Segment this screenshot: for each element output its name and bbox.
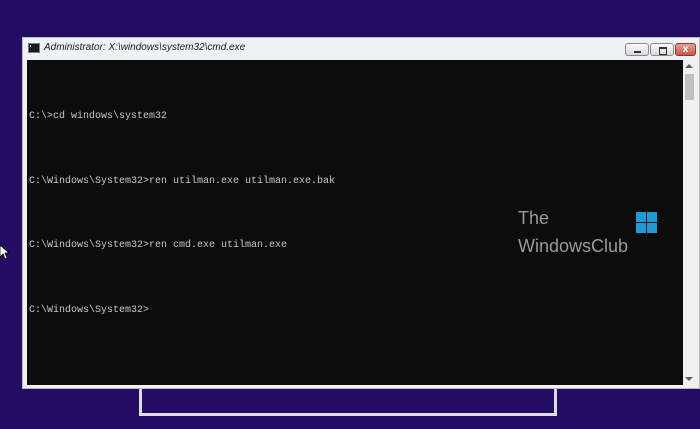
console-line: C:\Windows\System32>ren utilman.exe util… bbox=[29, 175, 336, 187]
console-output: C:\>cd windows\system32 C:\Windows\Syste… bbox=[29, 63, 335, 364]
close-button[interactable]: x bbox=[675, 43, 696, 56]
maximize-button[interactable] bbox=[650, 43, 674, 56]
scroll-down-icon[interactable] bbox=[685, 377, 693, 381]
vertical-scrollbar[interactable] bbox=[683, 60, 696, 385]
title-bar[interactable]: Administrator: X:\windows\system32\cmd.e… bbox=[23, 38, 699, 60]
close-icon: x bbox=[682, 44, 689, 55]
maximize-icon bbox=[651, 44, 673, 55]
windows-logo-icon bbox=[636, 212, 658, 234]
minimize-button[interactable] bbox=[625, 43, 649, 56]
minimize-icon bbox=[626, 44, 648, 55]
watermark: The WindowsClub bbox=[518, 208, 668, 260]
scroll-thumb[interactable] bbox=[685, 74, 694, 100]
console-prompt-line: C:\Windows\System32> bbox=[29, 304, 150, 316]
window-title: Administrator: X:\windows\system32\cmd.e… bbox=[44, 42, 246, 53]
scroll-up-icon[interactable] bbox=[685, 64, 693, 68]
watermark-line-1: The bbox=[518, 208, 550, 228]
watermark-line-2: WindowsClub bbox=[518, 236, 629, 256]
console-line: C:\Windows\System32>ren cmd.exe utilman.… bbox=[29, 240, 288, 251]
console-line: C:\>cd windows\system32 bbox=[29, 111, 168, 122]
cmd-icon[interactable] bbox=[28, 43, 40, 53]
mouse-pointer-icon bbox=[0, 245, 9, 260]
